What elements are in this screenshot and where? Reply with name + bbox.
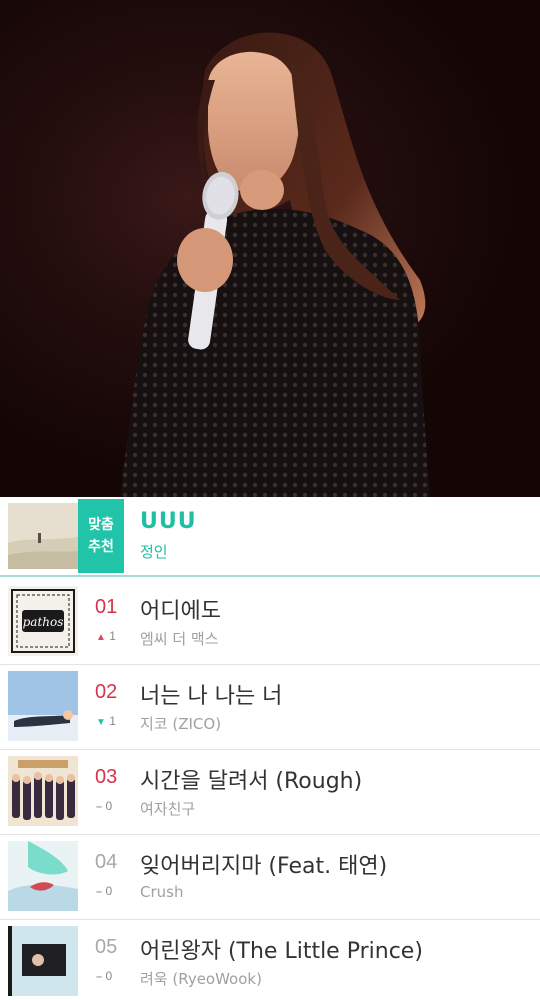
song-artist[interactable]: 려욱 (RyeoWook): [140, 968, 262, 989]
artist-photo: [0, 0, 540, 497]
song-title[interactable]: 너는 나 나는 너: [140, 678, 282, 710]
rank-change-value: 0: [105, 969, 113, 983]
no-change-icon: –: [96, 886, 103, 898]
no-change-icon: –: [96, 971, 103, 983]
song-artist[interactable]: 지코 (ZICO): [140, 713, 221, 734]
no-change-icon: –: [96, 801, 103, 813]
rank-change: – 0: [96, 799, 112, 813]
chart-row-2[interactable]: 02 ▼ 1 너는 나 나는 너 지코 (ZICO): [0, 665, 540, 750]
chart-row-1[interactable]: pathos 01 ▲ 1 어디에도 엠씨 더 맥스: [0, 580, 540, 665]
song-title[interactable]: 어디에도: [140, 593, 221, 625]
singer-illustration: [120, 32, 430, 497]
arrow-down-icon: ▼: [96, 717, 106, 728]
album-art-1: pathos: [8, 586, 78, 656]
rank-change-value: 0: [105, 799, 113, 813]
chart-list: pathos 01 ▲ 1 어디에도 엠씨 더 맥스 02 ▼ 1 너는 나 나…: [0, 580, 540, 1000]
song-artist[interactable]: 엠씨 더 맥스: [140, 628, 219, 649]
rank-change: ▲ 1: [96, 629, 116, 643]
album-art-5: [8, 926, 78, 996]
recommended-artist[interactable]: 정인: [140, 541, 168, 562]
chart-row-4[interactable]: 04 – 0 잊어버리지마 (Feat. 태연) Crush: [0, 835, 540, 920]
song-title[interactable]: 어린왕자 (The Little Prince): [140, 933, 423, 965]
rank-change: – 0: [96, 884, 112, 898]
rank-number: 01: [95, 596, 118, 618]
rank-number: 05: [95, 936, 118, 958]
album-art-4: [8, 841, 78, 911]
recommended-album-art: [8, 503, 78, 569]
album-art-3: [8, 756, 78, 826]
arrow-up-icon: ▲: [96, 632, 106, 643]
rank-change-value: 0: [105, 884, 113, 898]
personalized-recommend-badge: 맞춤 추천: [78, 499, 124, 573]
song-title[interactable]: 잊어버리지마 (Feat. 태연): [140, 848, 387, 880]
song-artist[interactable]: Crush: [140, 883, 183, 901]
rank-change: – 0: [96, 969, 112, 983]
badge-line-1: 맞춤: [88, 517, 114, 533]
rank-change: ▼ 1: [96, 714, 116, 728]
rank-number: 04: [95, 851, 118, 873]
svg-text:pathos: pathos: [23, 615, 64, 629]
album-art-2: [8, 671, 78, 741]
song-artist[interactable]: 여자친구: [140, 798, 195, 819]
rank-change-value: 1: [109, 629, 116, 643]
chart-row-5[interactable]: 05 – 0 어린왕자 (The Little Prince) 려욱 (Ryeo…: [0, 920, 540, 1000]
recommended-title[interactable]: UUU: [140, 509, 197, 534]
rank-number: 02: [95, 681, 118, 703]
rank-change-value: 1: [109, 714, 116, 728]
rank-number: 03: [95, 766, 118, 788]
recommended-track-row[interactable]: 맞춤 추천 UUU 정인: [0, 497, 540, 577]
song-title[interactable]: 시간을 달려서 (Rough): [140, 763, 362, 795]
chart-row-3[interactable]: 03 – 0 시간을 달려서 (Rough) 여자친구: [0, 750, 540, 835]
badge-line-2: 추천: [88, 539, 114, 555]
